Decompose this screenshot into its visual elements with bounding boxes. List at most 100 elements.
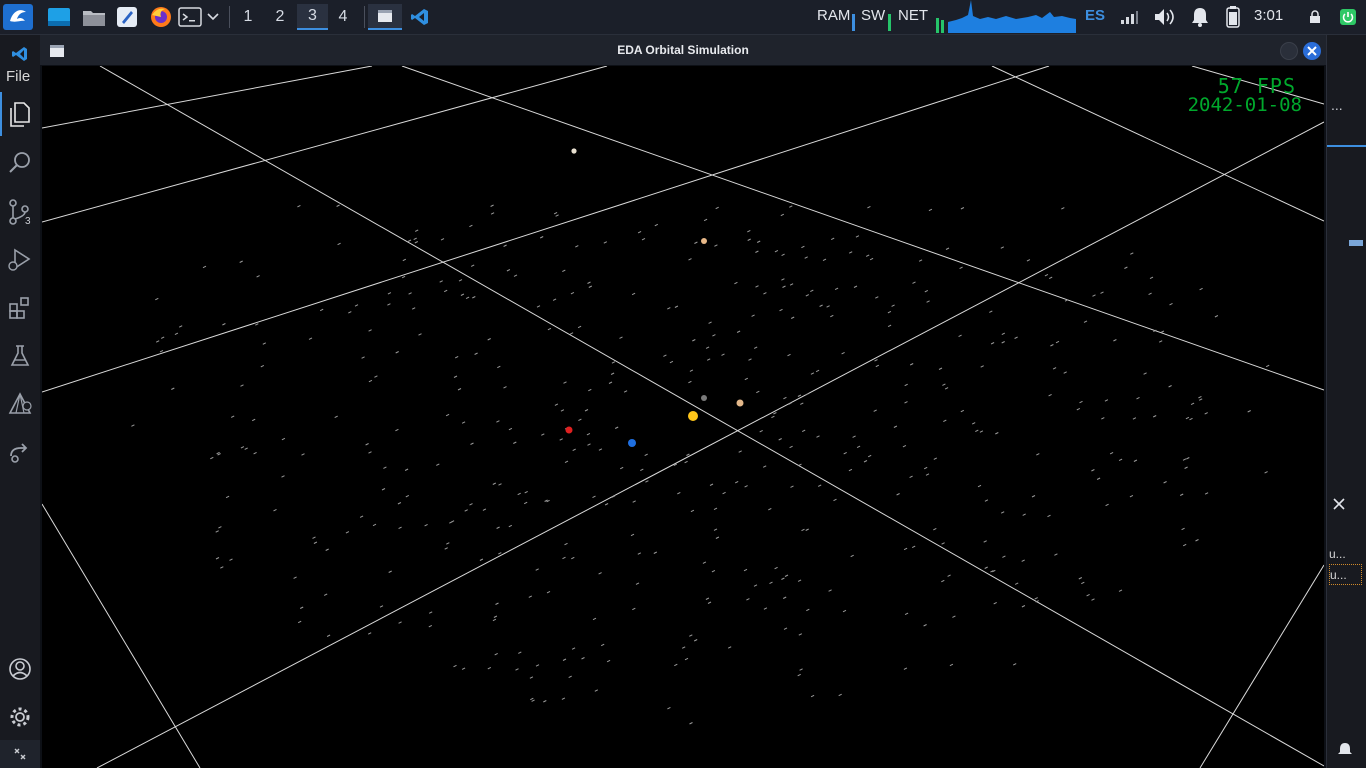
asteroid [763, 292, 767, 295]
asteroid [584, 409, 589, 412]
remote-indicator-icon[interactable] [6, 740, 34, 768]
asteroid [604, 503, 609, 506]
asteroid [984, 566, 988, 569]
asteroid [414, 229, 419, 232]
keyboard-layout-indicator[interactable]: ES [1085, 7, 1105, 24]
asteroid [1047, 514, 1051, 518]
asteroid [539, 236, 544, 239]
battery-icon[interactable] [1222, 4, 1244, 30]
asteroid [359, 515, 364, 518]
terminal-icon[interactable] [178, 4, 202, 30]
asteroid [215, 557, 220, 560]
body-venus [736, 399, 744, 407]
ram-label: RAM [817, 7, 851, 24]
asteroid [746, 598, 750, 601]
asteroid [805, 393, 809, 396]
asteroid [255, 323, 259, 326]
power-icon[interactable] [1338, 4, 1358, 30]
asteroid [798, 463, 802, 467]
minimize-button[interactable] [1280, 42, 1298, 60]
asteroid [979, 430, 984, 433]
firefox-icon[interactable] [148, 4, 174, 30]
volume-icon[interactable] [1152, 4, 1178, 30]
app-menu-launcher-icon[interactable] [3, 4, 33, 30]
asteroid [1076, 407, 1081, 411]
testing-flask-icon[interactable] [6, 342, 34, 370]
asteroid [1169, 302, 1173, 306]
source-control-icon[interactable]: 3 [6, 198, 34, 226]
explorer-files-icon[interactable] [6, 101, 34, 129]
asteroid [569, 332, 574, 335]
desktop-icon[interactable] [46, 4, 72, 30]
live-share-icon[interactable] [6, 438, 34, 466]
asteroid [874, 359, 878, 362]
search-icon[interactable] [6, 149, 34, 177]
asteroid [667, 307, 671, 310]
panel-close-icon[interactable] [1333, 497, 1345, 515]
asteroid [1001, 341, 1005, 344]
asteroid [713, 507, 718, 511]
accounts-icon[interactable] [6, 655, 34, 683]
asteroid [1132, 417, 1137, 420]
file-menu[interactable]: File [6, 68, 30, 85]
asteroid [644, 453, 648, 457]
asteroid [1054, 553, 1058, 556]
lock-icon[interactable] [1306, 4, 1324, 30]
asteroid [759, 429, 763, 433]
asteroid [465, 296, 470, 300]
workspace-1[interactable]: 1 [235, 4, 261, 30]
asteroid [667, 706, 671, 710]
asteroid [564, 542, 568, 546]
asteroid [984, 499, 989, 502]
clock[interactable]: 3:01 [1254, 7, 1283, 24]
asteroid [801, 528, 805, 532]
asteroid [705, 597, 710, 600]
asteroid [1100, 291, 1104, 294]
asteroid [887, 310, 892, 314]
asteroid [1129, 494, 1134, 498]
asteroid [460, 293, 465, 296]
extensions-icon[interactable] [6, 294, 34, 322]
asteroid [256, 275, 260, 278]
asteroid [875, 296, 879, 299]
minimap-slider[interactable] [1349, 240, 1363, 246]
asteroid [911, 545, 916, 549]
asteroid [684, 657, 689, 661]
asteroid [755, 285, 759, 288]
file-manager-icon[interactable] [81, 4, 107, 30]
workspace-4[interactable]: 4 [330, 4, 356, 30]
remote-explorer-icon[interactable] [6, 390, 34, 418]
asteroid [738, 450, 742, 453]
panel-divider [1327, 145, 1366, 147]
signal-icon[interactable] [1118, 4, 1140, 30]
chevron-down-icon[interactable] [205, 4, 221, 30]
notifications-bell-icon[interactable] [1188, 4, 1212, 30]
asteroid [947, 574, 951, 577]
settings-gear-icon[interactable] [6, 703, 34, 731]
asteroid [958, 334, 962, 338]
more-actions-button[interactable]: ... [1331, 97, 1343, 113]
right-panel-item[interactable]: u... [1329, 547, 1346, 561]
workspace-3[interactable]: 3 [297, 4, 328, 30]
right-panel-item[interactable]: u... [1329, 564, 1362, 585]
workspace-2[interactable]: 2 [267, 4, 293, 30]
asteroid [798, 633, 803, 636]
vscode-task-icon[interactable] [408, 4, 432, 30]
asteroid [926, 300, 930, 303]
asteroid [705, 346, 710, 349]
asteroid [472, 296, 476, 299]
asteroid [553, 211, 558, 215]
text-editor-icon[interactable] [115, 4, 139, 30]
run-debug-icon[interactable] [6, 246, 34, 274]
asteroid [513, 274, 518, 277]
asteroid [1199, 287, 1203, 291]
simulation-date: 2042-01-08 [1187, 94, 1302, 116]
body-sun [688, 411, 698, 421]
window-task-orbital-sim[interactable] [368, 4, 402, 30]
simulation-viewport[interactable]: 57 FPS 2042-01-08 [42, 66, 1324, 768]
asteroid [562, 658, 567, 661]
close-button[interactable] [1303, 42, 1321, 60]
vscode-activity-bar: 3 [0, 35, 40, 768]
notification-icon[interactable] [1337, 741, 1353, 762]
asteroid [240, 446, 245, 449]
